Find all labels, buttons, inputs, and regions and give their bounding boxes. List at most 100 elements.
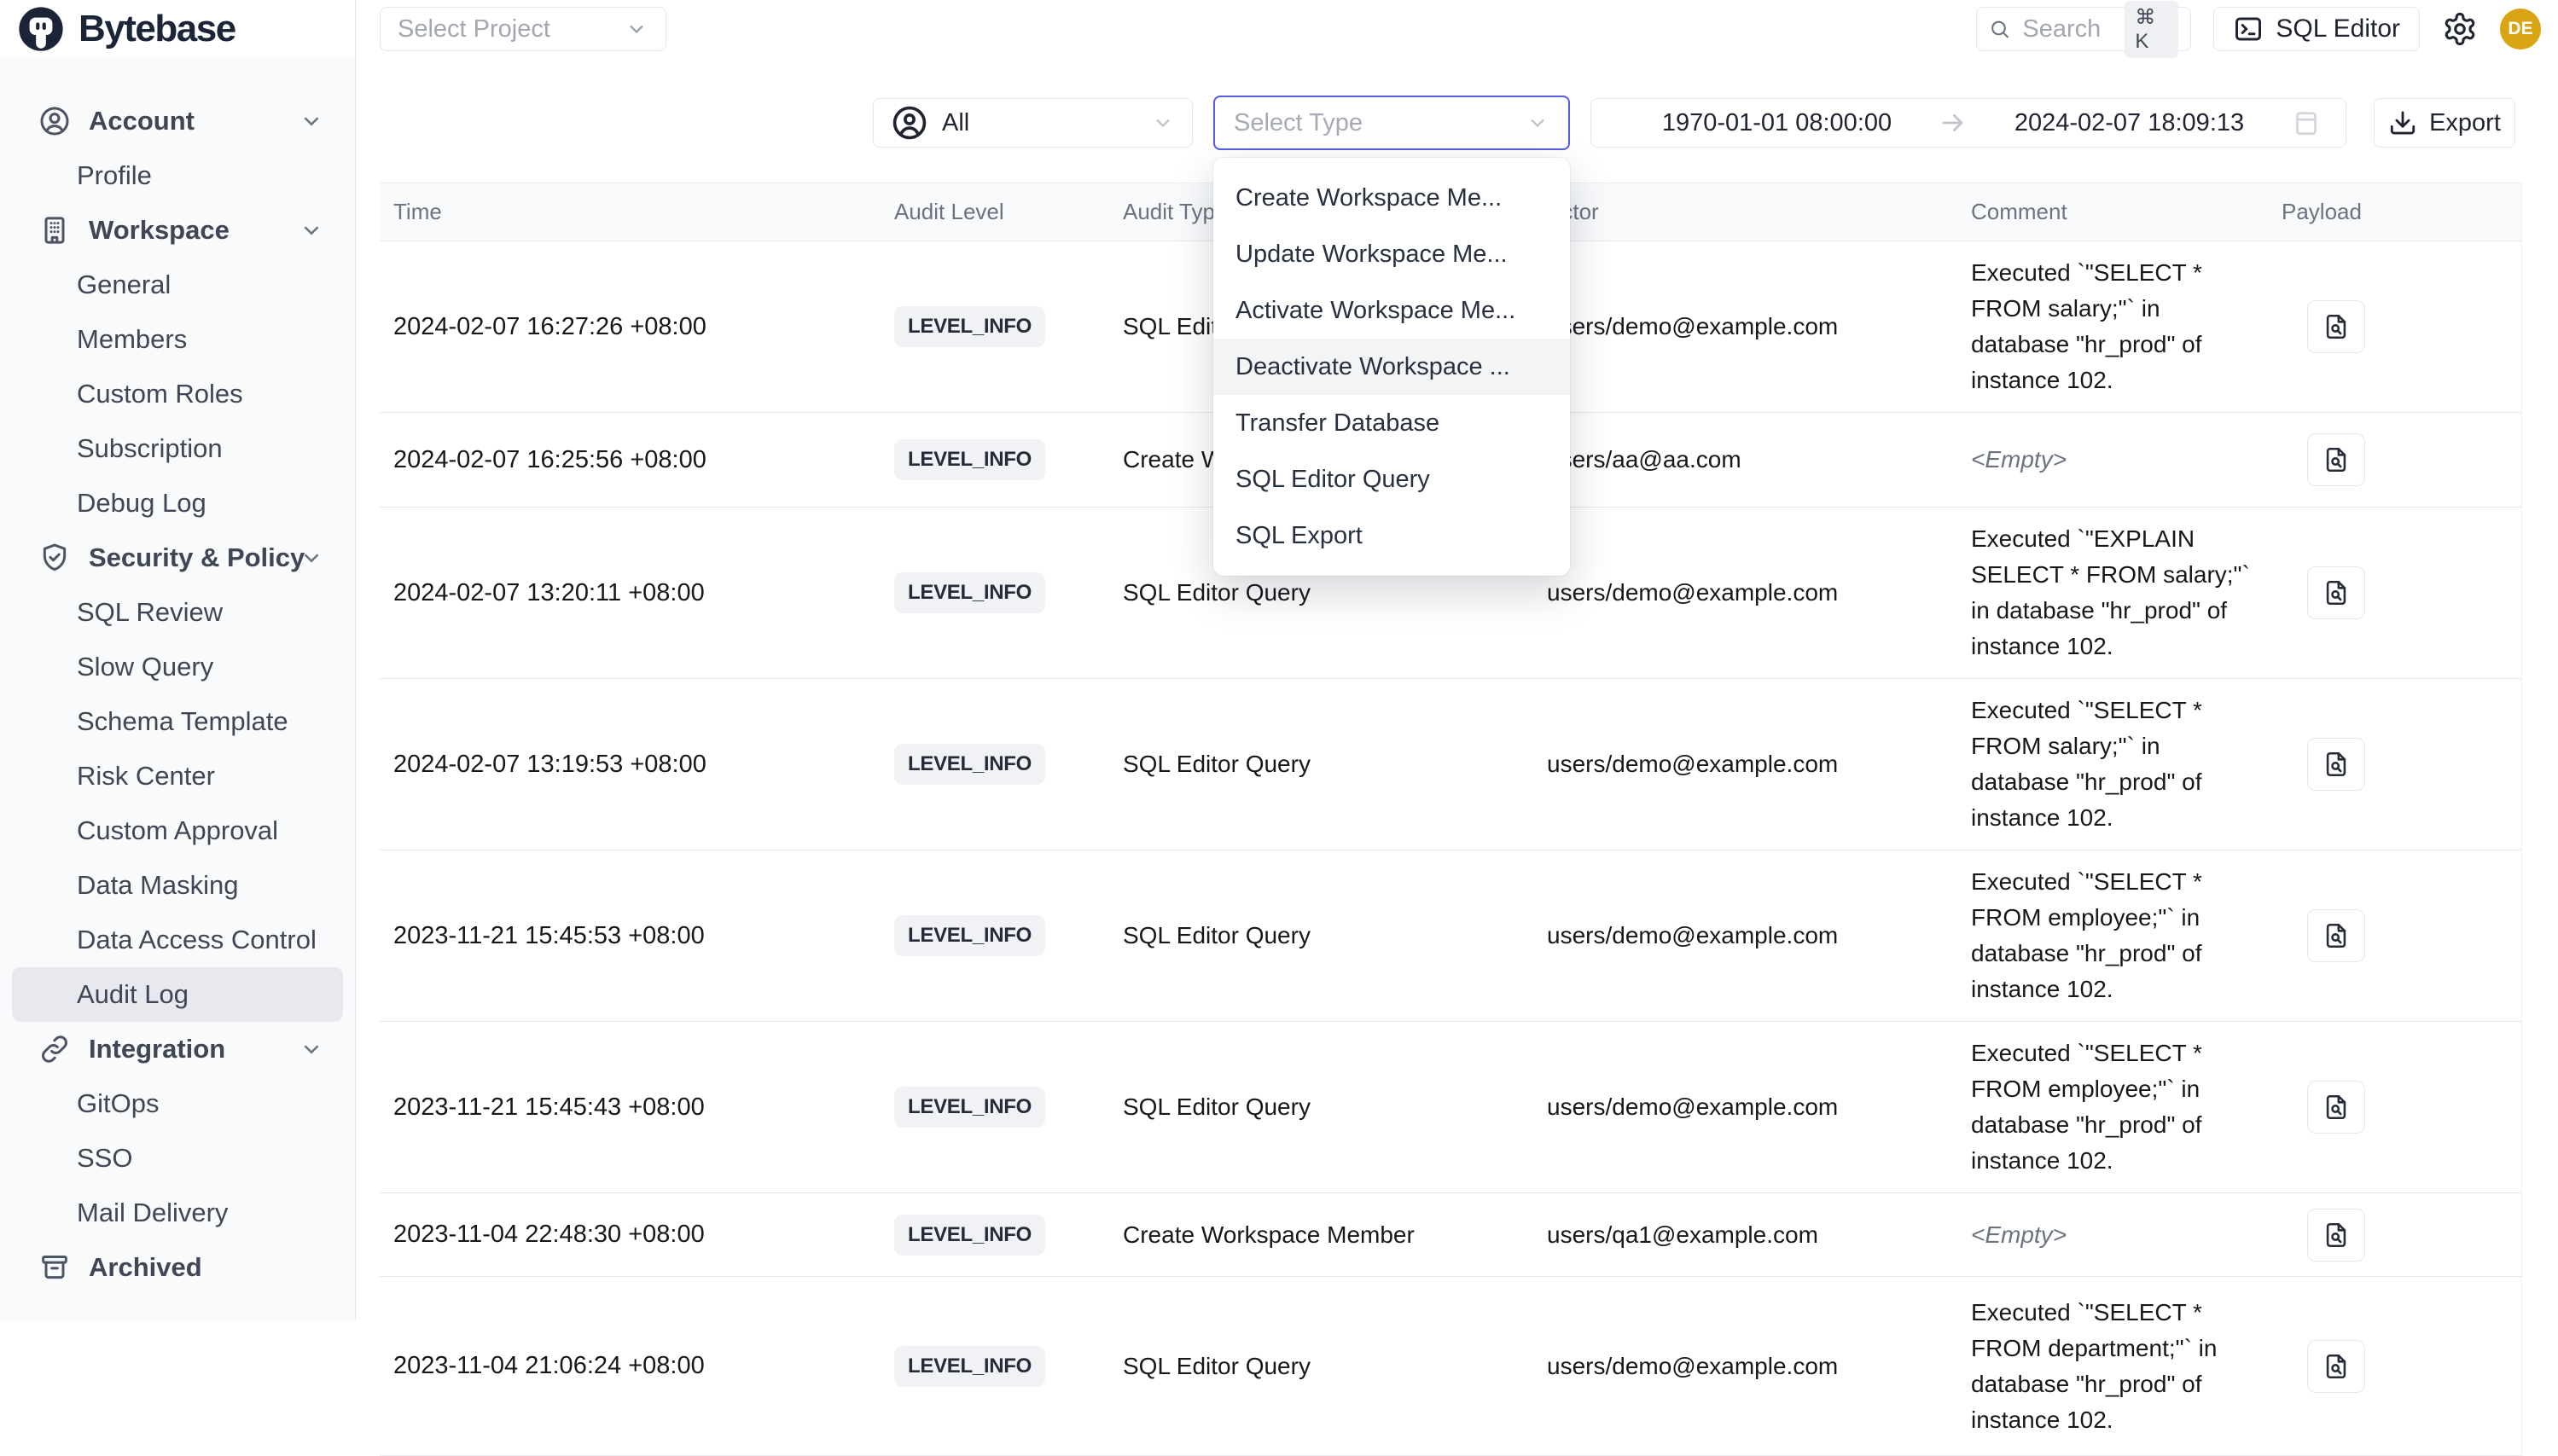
sidebar-item-account[interactable]: Account bbox=[12, 94, 343, 148]
file-search-icon bbox=[2322, 921, 2351, 950]
table-row: 2023-11-21 15:45:43 +08:00 LEVEL_INFO SQ… bbox=[380, 1022, 2521, 1193]
export-button[interactable]: Export bbox=[2374, 98, 2515, 148]
view-payload-button[interactable] bbox=[2307, 1081, 2365, 1134]
view-payload-button[interactable] bbox=[2307, 433, 2365, 486]
chevron-down-icon bbox=[1526, 111, 1549, 135]
view-payload-button[interactable] bbox=[2307, 1340, 2365, 1393]
chevron-down-icon bbox=[299, 108, 324, 134]
column-header-actor: Actor bbox=[1533, 199, 1957, 225]
type-filter-menu: Create Workspace Me... Update Workspace … bbox=[1213, 158, 1570, 576]
sidebar-item-archived[interactable]: Archived bbox=[12, 1240, 343, 1295]
brand-name: Bytebase bbox=[78, 8, 235, 50]
menu-item-transfer-database[interactable]: Transfer Database bbox=[1213, 395, 1570, 451]
column-header-payload: Payload bbox=[2268, 199, 2522, 225]
bytebase-logo-icon bbox=[17, 5, 65, 53]
type-filter-dropdown[interactable]: Select Type bbox=[1213, 96, 1570, 150]
link-icon bbox=[38, 1032, 72, 1066]
sidebar-item-schema-template[interactable]: Schema Template bbox=[12, 694, 343, 749]
shield-check-icon bbox=[38, 541, 72, 575]
main-area: Select Project ⌘ K SQL Editor DE All Sel… bbox=[356, 0, 2558, 1320]
file-search-icon bbox=[2322, 1221, 2351, 1250]
select-project-dropdown[interactable]: Select Project bbox=[380, 7, 666, 51]
file-search-icon bbox=[2322, 312, 2351, 341]
user-circle-icon bbox=[891, 104, 928, 142]
actor-filter-dropdown[interactable]: All bbox=[873, 98, 1193, 148]
audit-level-badge: LEVEL_INFO bbox=[894, 572, 1045, 613]
chevron-down-icon bbox=[299, 218, 324, 243]
download-icon bbox=[2388, 108, 2417, 137]
search-shortcut-kbd: ⌘ K bbox=[2125, 1, 2178, 58]
search-icon bbox=[1989, 16, 2010, 42]
sidebar-item-workspace[interactable]: Workspace bbox=[12, 203, 343, 258]
column-header-comment: Comment bbox=[1957, 199, 2268, 225]
menu-item-create-workspace-member[interactable]: Create Workspace Me... bbox=[1213, 170, 1570, 226]
date-range-picker[interactable]: 1970-01-01 08:00:00 2024-02-07 18:09:13 bbox=[1590, 98, 2346, 148]
building-icon bbox=[38, 213, 72, 247]
sidebar-item-subscription[interactable]: Subscription bbox=[12, 421, 343, 476]
menu-item-activate-workspace-member[interactable]: Activate Workspace Me... bbox=[1213, 282, 1570, 339]
sidebar-nav: Account Profile Workspace General Member… bbox=[0, 58, 355, 1320]
date-to-value[interactable]: 2024-02-07 18:09:13 bbox=[1968, 109, 2291, 137]
sidebar-item-slow-query[interactable]: Slow Query bbox=[12, 640, 343, 694]
file-search-icon bbox=[2322, 578, 2351, 607]
audit-level-badge: LEVEL_INFO bbox=[894, 1346, 1045, 1387]
view-payload-button[interactable] bbox=[2307, 300, 2365, 353]
view-payload-button[interactable] bbox=[2307, 1209, 2365, 1262]
sidebar-item-risk-center[interactable]: Risk Center bbox=[12, 749, 343, 803]
audit-level-badge: LEVEL_INFO bbox=[894, 306, 1045, 347]
sidebar-item-mail-delivery[interactable]: Mail Delivery bbox=[12, 1186, 343, 1240]
sidebar-item-debug-log[interactable]: Debug Log bbox=[12, 476, 343, 531]
table-row: 2023-11-21 15:45:53 +08:00 LEVEL_INFO SQ… bbox=[380, 850, 2521, 1022]
user-avatar[interactable]: DE bbox=[2500, 9, 2541, 49]
archive-icon bbox=[38, 1250, 72, 1285]
table-row: 2024-02-07 13:19:53 +08:00 LEVEL_INFO SQ… bbox=[380, 679, 2521, 850]
file-search-icon bbox=[2322, 445, 2351, 474]
sidebar-item-custom-approval[interactable]: Custom Approval bbox=[12, 803, 343, 858]
user-circle-icon bbox=[38, 104, 72, 138]
column-header-audit-level: Audit Level bbox=[881, 199, 1109, 225]
chevron-down-icon bbox=[299, 1036, 324, 1062]
menu-item-sql-export[interactable]: SQL Export bbox=[1213, 508, 1570, 564]
sidebar-item-audit-log[interactable]: Audit Log bbox=[12, 967, 343, 1022]
date-from-value[interactable]: 1970-01-01 08:00:00 bbox=[1615, 109, 1939, 137]
sidebar: Bytebase Account Profile Workspace Gener… bbox=[0, 0, 356, 1320]
audit-level-badge: LEVEL_INFO bbox=[894, 744, 1045, 785]
settings-gear-icon[interactable] bbox=[2442, 11, 2478, 47]
sql-editor-button[interactable]: SQL Editor bbox=[2213, 7, 2420, 51]
sidebar-item-members[interactable]: Members bbox=[12, 312, 343, 367]
search-box[interactable]: ⌘ K bbox=[1976, 7, 2191, 51]
audit-level-badge: LEVEL_INFO bbox=[894, 915, 1045, 956]
chevron-down-icon bbox=[625, 17, 648, 41]
sidebar-item-custom-roles[interactable]: Custom Roles bbox=[12, 367, 343, 421]
sidebar-item-general[interactable]: General bbox=[12, 258, 343, 312]
brand-logo[interactable]: Bytebase bbox=[0, 0, 355, 58]
view-payload-button[interactable] bbox=[2307, 738, 2365, 791]
sidebar-item-data-access-control[interactable]: Data Access Control bbox=[12, 913, 343, 967]
sidebar-item-gitops[interactable]: GitOps bbox=[12, 1076, 343, 1131]
topbar: Select Project ⌘ K SQL Editor DE bbox=[356, 0, 2558, 58]
calendar-icon[interactable] bbox=[2291, 107, 2322, 138]
sidebar-item-data-masking[interactable]: Data Masking bbox=[12, 858, 343, 913]
view-payload-button[interactable] bbox=[2307, 566, 2365, 619]
sidebar-item-profile[interactable]: Profile bbox=[12, 148, 343, 203]
sidebar-item-integration[interactable]: Integration bbox=[12, 1022, 343, 1076]
audit-level-badge: LEVEL_INFO bbox=[894, 439, 1045, 480]
sidebar-item-sso[interactable]: SSO bbox=[12, 1131, 343, 1186]
audit-level-badge: LEVEL_INFO bbox=[894, 1087, 1045, 1128]
menu-item-deactivate-workspace-member[interactable]: Deactivate Workspace ... bbox=[1213, 339, 1570, 395]
sidebar-item-sql-review[interactable]: SQL Review bbox=[12, 585, 343, 640]
chevron-down-icon bbox=[1151, 111, 1175, 135]
view-payload-button[interactable] bbox=[2307, 909, 2365, 962]
chevron-down-icon bbox=[299, 545, 324, 571]
terminal-icon bbox=[2233, 14, 2264, 44]
audit-level-badge: LEVEL_INFO bbox=[894, 1215, 1045, 1256]
search-input[interactable] bbox=[2020, 15, 2114, 44]
menu-item-sql-editor-query[interactable]: SQL Editor Query bbox=[1213, 451, 1570, 508]
file-search-icon bbox=[2322, 1093, 2351, 1122]
arrow-right-icon bbox=[1939, 108, 1968, 137]
file-search-icon bbox=[2322, 750, 2351, 779]
menu-item-update-workspace-member[interactable]: Update Workspace Me... bbox=[1213, 226, 1570, 282]
table-row: 2023-11-04 22:48:30 +08:00 LEVEL_INFO Cr… bbox=[380, 1193, 2521, 1277]
file-search-icon bbox=[2322, 1352, 2351, 1381]
sidebar-item-security-policy[interactable]: Security & Policy bbox=[12, 531, 343, 585]
